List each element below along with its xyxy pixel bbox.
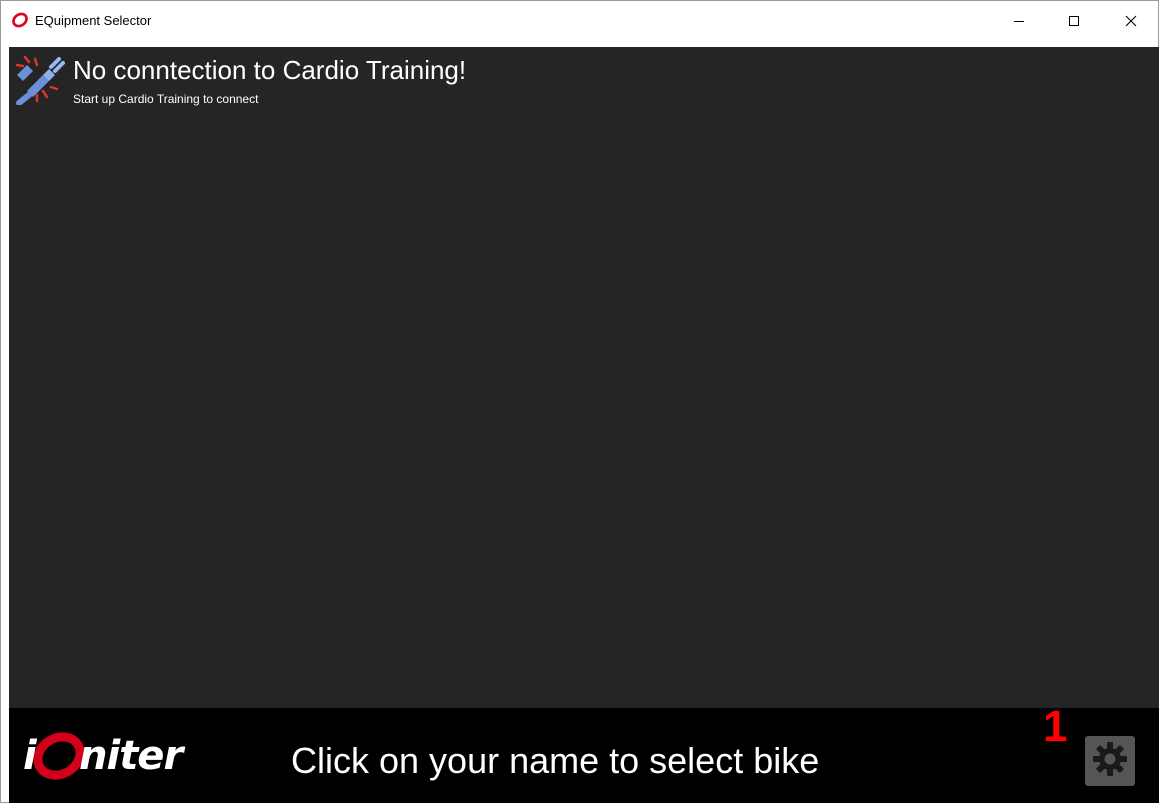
connection-status-subtitle: Start up Cardio Training to connect: [73, 92, 259, 106]
disconnected-plug-icon: [13, 53, 65, 106]
close-icon: [1125, 15, 1137, 27]
logo-wordmark: niter: [79, 733, 183, 779]
settings-button[interactable]: [1085, 736, 1135, 786]
title-bar[interactable]: EQuipment Selector: [1, 1, 1158, 41]
maximize-icon: [1068, 15, 1080, 27]
main-content: No conntection to Cardio Training! Start…: [9, 47, 1159, 708]
app-window: EQuipment Selector No conntection to Car…: [0, 0, 1159, 803]
minimize-button[interactable]: [996, 1, 1042, 41]
select-bike-instruction: Click on your name to select bike: [291, 740, 820, 781]
window-title: EQuipment Selector: [35, 13, 152, 28]
connection-status-title: No conntection to Cardio Training!: [73, 55, 467, 85]
badge-number: 1: [1043, 702, 1068, 751]
logo-letter-i: i: [23, 733, 37, 779]
footer-bar: i niter Click on your name to select bik…: [9, 702, 1159, 803]
close-button[interactable]: [1108, 1, 1154, 41]
iqniter-logo: i niter: [17, 728, 207, 800]
app-logo-icon: [11, 11, 29, 29]
maximize-button[interactable]: [1051, 1, 1097, 41]
gear-icon: [1091, 740, 1129, 783]
minimize-icon: [1013, 15, 1025, 27]
